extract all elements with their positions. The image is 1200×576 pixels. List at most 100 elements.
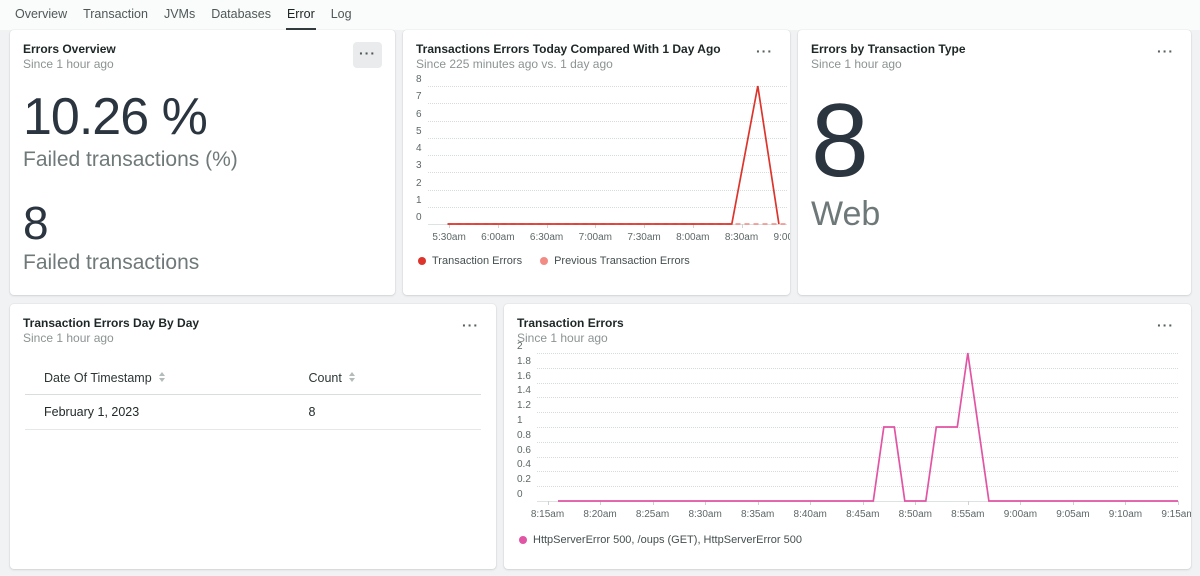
x-axis: 8:15am8:20am8:25am8:30am8:35am8:40am8:45… (537, 507, 1178, 522)
panel-header: Errors by Transaction Type Since 1 hour … (811, 43, 1178, 71)
ellipsis-icon: ··· (1157, 43, 1174, 59)
column-header-date-of-timestamp[interactable]: Date Of Timestamp (25, 362, 289, 395)
x-axis-label: 8:30am (688, 507, 721, 522)
panel-header: Errors Overview Since 1 hour ago ··· (23, 43, 382, 71)
x-axis: 5:30am6:00am6:30am7:00am7:30am8:00am8:30… (428, 230, 787, 245)
table-header-row: Date Of TimestampCount (25, 362, 481, 395)
metric-label: Failed transactions (23, 251, 382, 275)
panel-errors-by-transaction-type: Errors by Transaction Type Since 1 hour … (798, 30, 1191, 295)
legend-dot-icon (540, 257, 548, 265)
chart-legend: Transaction Errors Previous Transaction E… (416, 255, 777, 267)
chart-plot-area[interactable]: 876543210 (428, 86, 787, 225)
x-axis-label: 5:30am (432, 230, 465, 245)
metric-label: Failed transactions (%) (23, 148, 382, 172)
line-chart-errors-compared: 876543210 5:30am6:00am6:30am7:00am7:30am… (416, 73, 777, 267)
y-axis-label: 1.2 (517, 399, 531, 412)
y-axis-label: 0 (517, 488, 523, 501)
tab-overview[interactable]: Overview (14, 2, 68, 30)
panel-title: Transaction Errors Day By Day (23, 317, 199, 330)
axis-tick (968, 501, 969, 505)
x-axis-label: 8:20am (583, 507, 616, 522)
y-axis-label: 1.6 (517, 370, 531, 383)
tab-transaction[interactable]: Transaction (82, 2, 149, 30)
table-cell: 8 (289, 395, 481, 430)
axis-tick (548, 501, 549, 505)
table-body: February 1, 20238 (25, 395, 481, 430)
y-axis-label: 1 (416, 194, 422, 207)
sort-icon (349, 372, 355, 382)
panel-errors-overview: Errors Overview Since 1 hour ago ··· 10.… (10, 30, 395, 295)
panel-subtitle: Since 1 hour ago (517, 331, 624, 345)
y-axis-label: 6 (416, 108, 422, 121)
legend-dot-icon (418, 257, 426, 265)
x-axis-label: 9:00am (1004, 507, 1037, 522)
panel-title: Errors Overview (23, 43, 116, 56)
y-axis-label: 1.8 (517, 355, 531, 368)
legend-item[interactable]: Previous Transaction Errors (540, 255, 690, 267)
x-axis-label: 8:40am (794, 507, 827, 522)
tab-log[interactable]: Log (330, 2, 353, 30)
panel-menu-button[interactable]: ··· (458, 316, 483, 338)
panel-transaction-errors: Transaction Errors Since 1 hour ago ··· … (504, 304, 1191, 569)
tab-databases[interactable]: Databases (210, 2, 272, 30)
panel-menu-button[interactable]: ··· (752, 42, 777, 64)
metric-value: 8 (23, 200, 382, 246)
y-axis-label: 7 (416, 90, 422, 103)
panel-menu-button[interactable]: ··· (1153, 316, 1178, 338)
column-header-count[interactable]: Count (289, 362, 481, 395)
series-line (558, 353, 1178, 501)
x-axis-label: 7:00am (579, 230, 612, 245)
y-axis-label: 0 (416, 211, 422, 224)
table-cell: February 1, 2023 (25, 395, 289, 430)
metric-value: 10.26 % (23, 91, 382, 143)
tab-error[interactable]: Error (286, 2, 316, 30)
chart-legend: HttpServerError 500, /oups (GET), HttpSe… (517, 534, 1178, 546)
x-axis-label: 6:30am (530, 230, 563, 245)
series-line (448, 86, 779, 224)
x-axis-label: 9:00am (774, 230, 790, 245)
x-axis-label: 8:00am (676, 230, 709, 245)
ellipsis-icon: ··· (756, 43, 773, 59)
ellipsis-icon: ··· (462, 317, 479, 333)
y-axis-label: 5 (416, 125, 422, 138)
y-axis-label: 2 (517, 340, 523, 353)
facet-value: 8 (811, 95, 1178, 189)
x-axis-label: 8:25am (636, 507, 669, 522)
dashboard-grid: Errors Overview Since 1 hour ago ··· 10.… (0, 30, 1200, 576)
y-axis-label: 2 (416, 177, 422, 190)
panel-header: Transactions Errors Today Compared With … (416, 43, 777, 71)
chart-canvas (537, 353, 1178, 501)
panel-menu-button[interactable]: ··· (1153, 42, 1178, 64)
legend-item[interactable]: HttpServerError 500, /oups (GET), HttpSe… (519, 534, 802, 546)
legend-dot-icon (519, 536, 527, 544)
x-axis-label: 7:30am (627, 230, 660, 245)
panel-header: Transaction Errors Day By Day Since 1 ho… (23, 317, 483, 345)
y-axis-label: 0.4 (517, 458, 531, 471)
panel-title: Errors by Transaction Type (811, 43, 966, 56)
sort-icon (159, 372, 165, 382)
panel-subtitle: Since 1 hour ago (23, 331, 199, 345)
errors-table: Date Of TimestampCount February 1, 20238 (25, 362, 481, 430)
tab-jvms[interactable]: JVMs (163, 2, 196, 30)
x-axis-label: 9:15am (1161, 507, 1191, 522)
x-axis-label: 8:50am (899, 507, 932, 522)
x-axis-label: 8:45am (846, 507, 879, 522)
y-axis-label: 4 (416, 142, 422, 155)
panel-menu-button[interactable]: ··· (353, 42, 382, 68)
panel-subtitle: Since 225 minutes ago vs. 1 day ago (416, 57, 721, 71)
dashboard-row-1: Errors Overview Since 1 hour ago ··· 10.… (10, 30, 1191, 295)
y-axis-label: 0.8 (517, 429, 531, 442)
ellipsis-icon: ··· (1157, 317, 1174, 333)
x-axis-label: 9:10am (1109, 507, 1142, 522)
x-axis-label: 8:15am (531, 507, 564, 522)
line-chart-transaction-errors: 21.81.61.41.210.80.60.40.20 8:15am 8:20am… (517, 340, 1178, 546)
panel-title: Transactions Errors Today Compared With … (416, 43, 721, 56)
facet-label: Web (811, 195, 1178, 234)
legend-item[interactable]: Transaction Errors (418, 255, 522, 267)
table-row: February 1, 20238 (25, 395, 481, 430)
chart-plot-area[interactable]: 21.81.61.41.210.80.60.40.20 (537, 353, 1178, 502)
axis-tick (742, 224, 743, 228)
dashboard-row-2: Transaction Errors Day By Day Since 1 ho… (10, 304, 1191, 569)
y-axis-label: 8 (416, 73, 422, 86)
axis-tick (1178, 501, 1179, 505)
